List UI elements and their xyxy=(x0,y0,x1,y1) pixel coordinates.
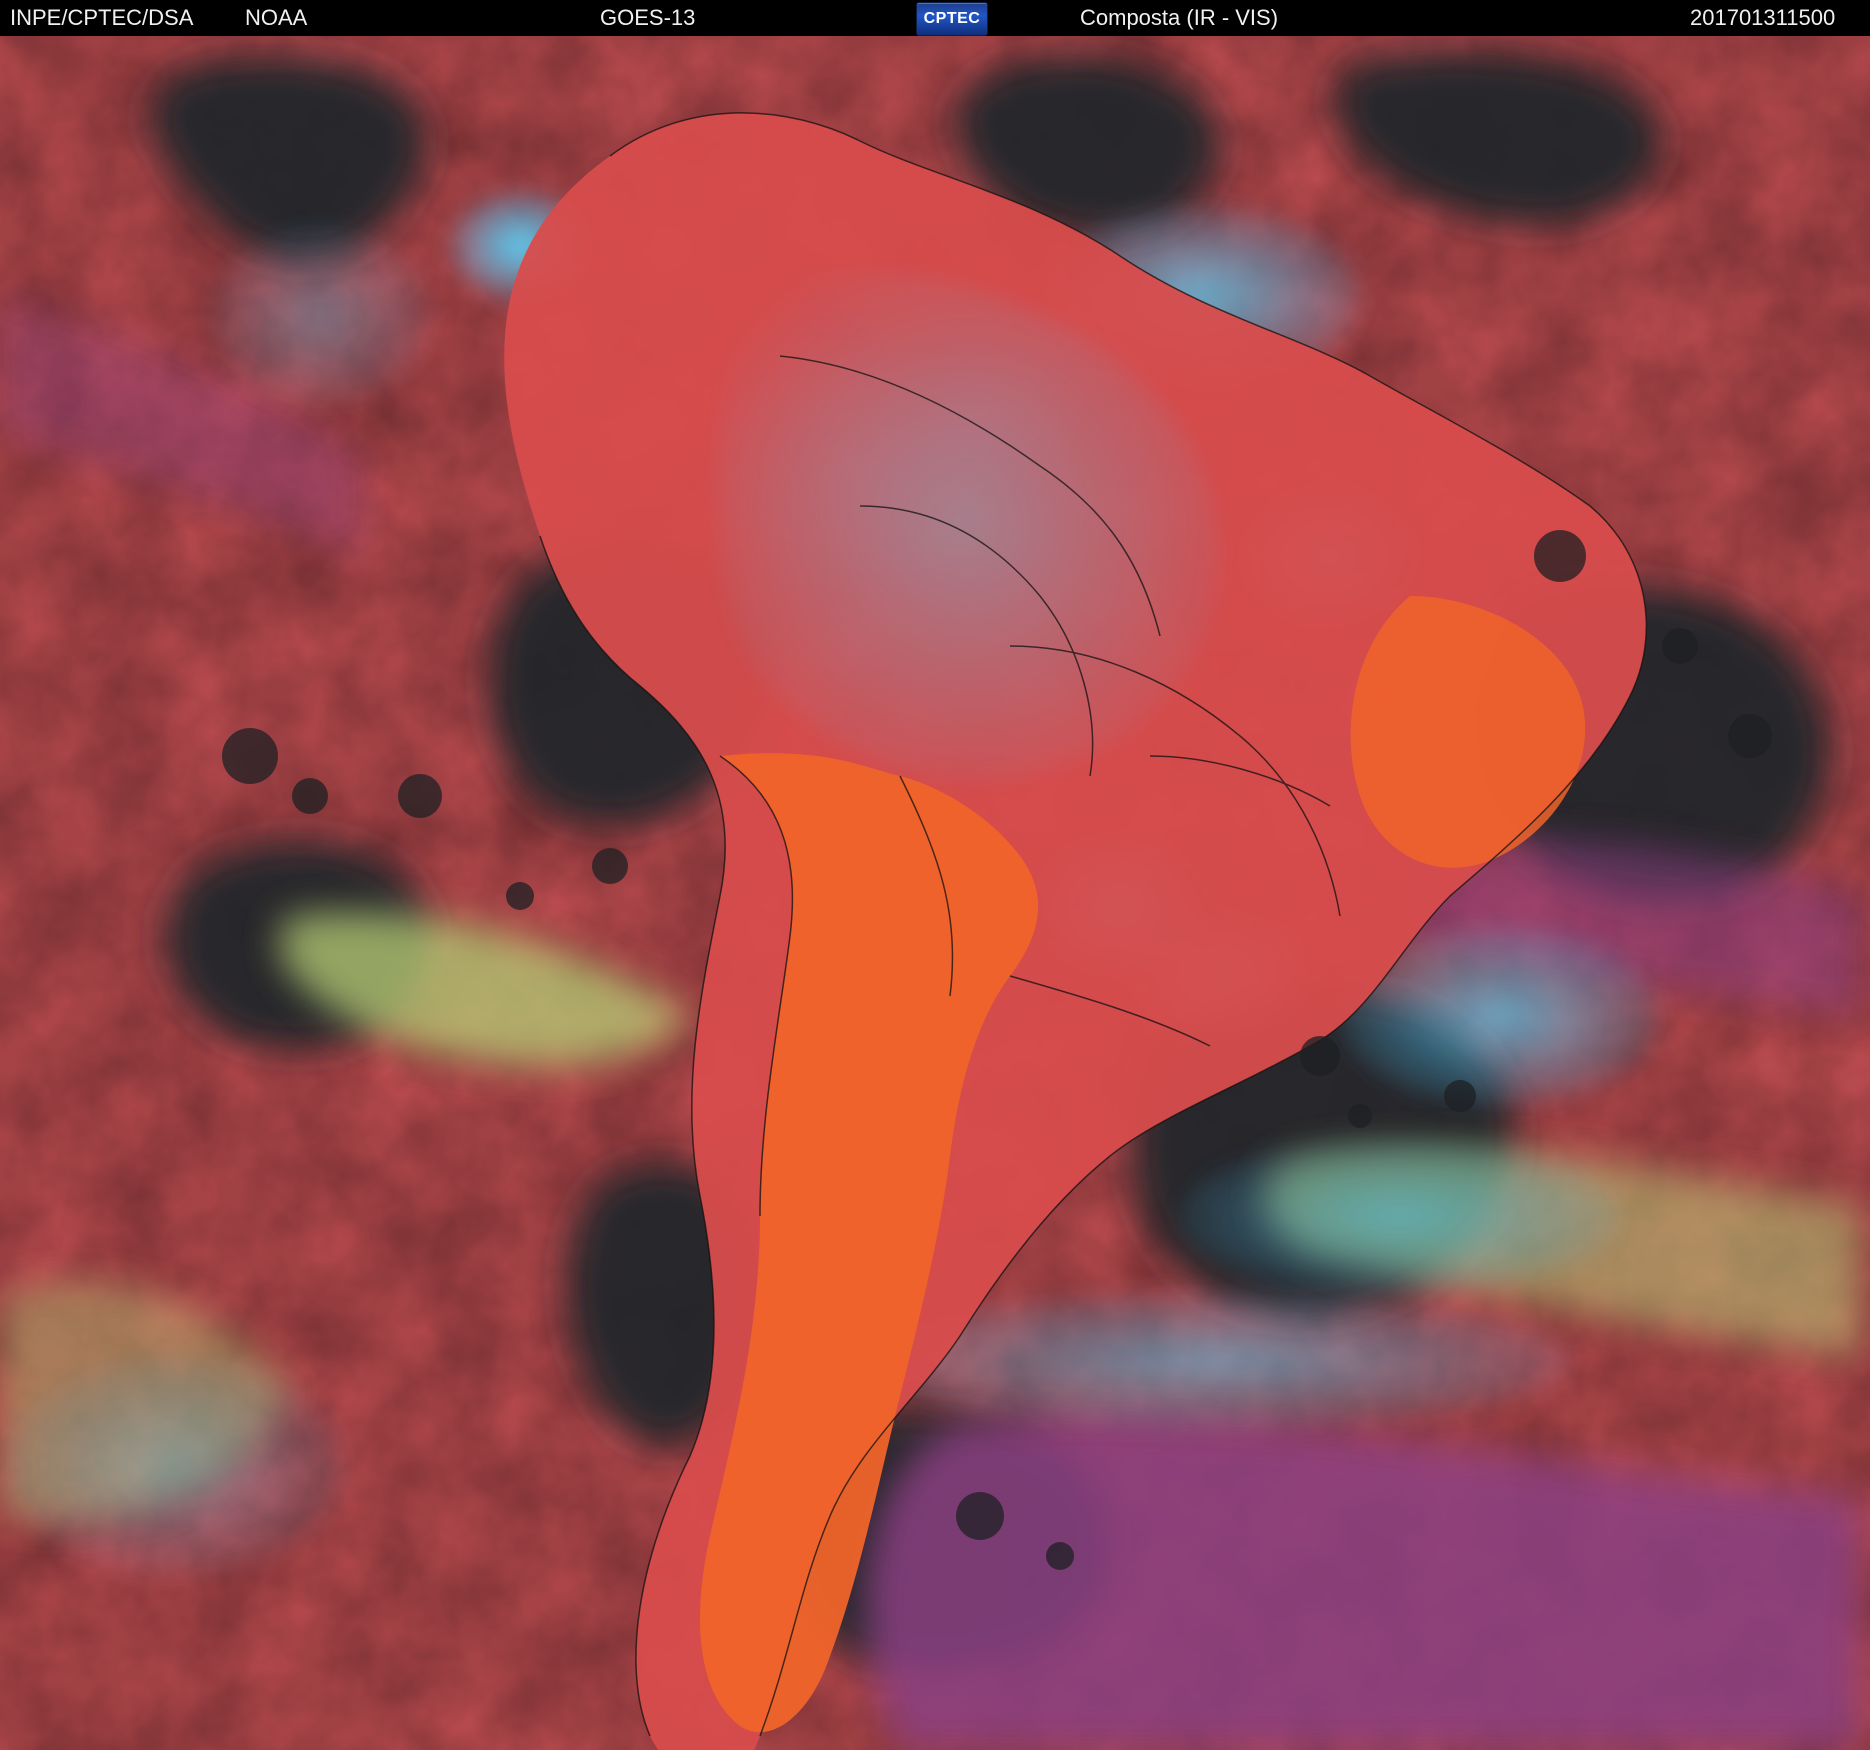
cptec-logo: CPTEC xyxy=(916,2,988,36)
agency-label: NOAA xyxy=(245,5,308,30)
satellite-image-page: INPE/CPTEC/DSA NOAA GOES-13 CPTEC Compos… xyxy=(0,0,1870,1750)
product-label: Composta (IR - VIS) xyxy=(1080,5,1279,30)
logo-text: CPTEC xyxy=(923,10,981,27)
header-bar: INPE/CPTEC/DSA NOAA GOES-13 CPTEC Compos… xyxy=(0,0,1870,36)
satellite-map xyxy=(0,36,1870,1750)
org-label: INPE/CPTEC/DSA xyxy=(10,5,194,30)
satellite-label: GOES-13 xyxy=(600,5,696,30)
satellite-map-svg xyxy=(0,36,1870,1750)
timestamp-label: 201701311500 xyxy=(1690,5,1836,30)
